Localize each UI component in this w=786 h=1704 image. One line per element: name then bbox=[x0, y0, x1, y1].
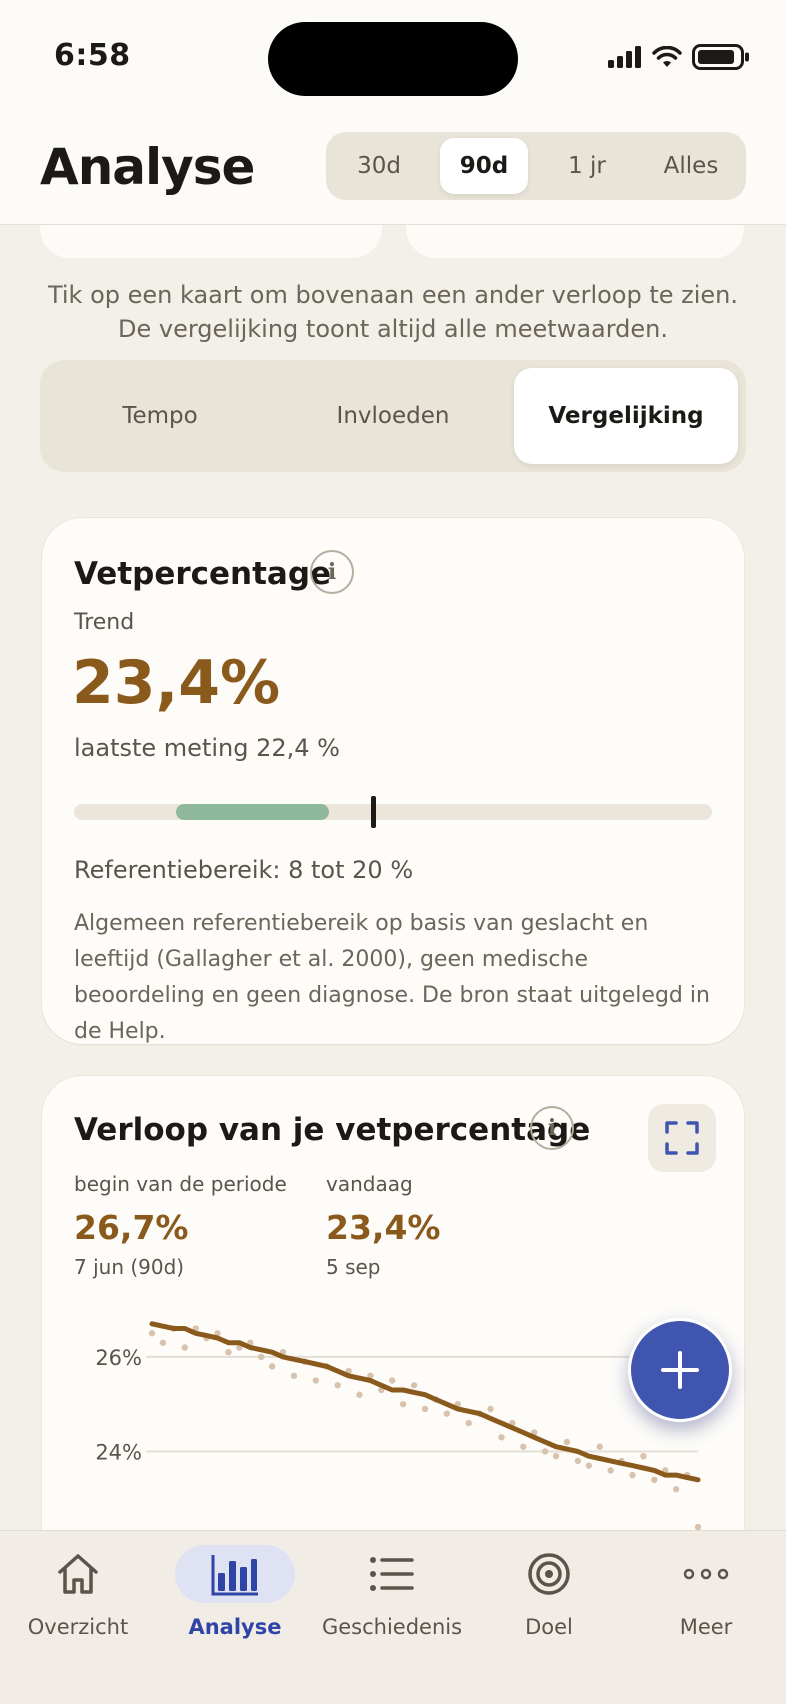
data-point bbox=[399, 1400, 407, 1408]
list-icon bbox=[332, 1545, 452, 1603]
trend-value: 23,4% bbox=[72, 648, 281, 718]
status-bar: 6:58 bbox=[0, 0, 786, 118]
tab-invloeden[interactable]: Invloeden bbox=[281, 368, 505, 464]
signal-icon bbox=[608, 46, 641, 68]
data-point bbox=[159, 1339, 167, 1346]
data-point bbox=[312, 1377, 319, 1384]
view-tabs: Tempo Invloeden Vergelijking bbox=[40, 360, 746, 472]
data-point bbox=[520, 1443, 527, 1450]
status-time: 6:58 bbox=[54, 38, 131, 73]
period-start-stat: begin van de periode 26,7% 7 jun (90d) bbox=[74, 1172, 287, 1279]
data-point bbox=[225, 1348, 232, 1356]
tab-label: Overzicht bbox=[27, 1615, 129, 1639]
last-measurement: laatste meting 22,4 % bbox=[74, 734, 340, 762]
plus-icon bbox=[661, 1351, 699, 1389]
dynamic-island bbox=[268, 22, 518, 96]
data-point bbox=[552, 1452, 560, 1460]
data-point bbox=[651, 1476, 658, 1484]
page-title: Analyse bbox=[40, 138, 255, 196]
range-30d-button[interactable]: 30d bbox=[332, 138, 426, 194]
target-icon bbox=[489, 1545, 609, 1603]
info-icon[interactable]: i bbox=[310, 550, 354, 594]
data-point bbox=[268, 1363, 276, 1370]
range-alles-button[interactable]: Alles bbox=[642, 138, 740, 194]
expand-button[interactable] bbox=[648, 1104, 716, 1172]
data-point bbox=[443, 1410, 451, 1417]
trend-line bbox=[149, 1321, 701, 1483]
data-point bbox=[541, 1448, 549, 1455]
stat-value: 23,4% bbox=[326, 1208, 441, 1247]
data-point bbox=[487, 1405, 494, 1413]
data-point bbox=[640, 1452, 647, 1460]
data-point bbox=[356, 1391, 363, 1398]
range-1jr-button[interactable]: 1 jr bbox=[540, 138, 634, 194]
y-tick-label: 24% bbox=[95, 1440, 142, 1464]
stat-date: 7 jun (90d) bbox=[74, 1255, 185, 1279]
data-point bbox=[498, 1434, 505, 1441]
tab-label: Geschiedenis bbox=[321, 1615, 463, 1639]
data-point bbox=[290, 1372, 298, 1380]
tabbar-item-doel[interactable]: Doel bbox=[471, 1545, 627, 1655]
wifi-icon bbox=[652, 46, 682, 67]
tabbar-item-geschiedenis[interactable]: Geschiedenis bbox=[314, 1545, 470, 1655]
bottom-tab-bar: Overzicht Analyse Geschiedenis Doel Meer bbox=[0, 1530, 786, 1704]
page-header: Analyse 30d 90d 1 jr Alles bbox=[0, 118, 786, 225]
tabbar-item-overzicht[interactable]: Overzicht bbox=[0, 1545, 156, 1655]
data-point bbox=[181, 1344, 188, 1351]
data-point bbox=[334, 1382, 341, 1389]
data-point bbox=[672, 1486, 680, 1493]
data-point bbox=[607, 1467, 614, 1474]
data-point bbox=[389, 1377, 396, 1384]
data-point bbox=[585, 1462, 592, 1469]
bar-chart-icon bbox=[175, 1545, 295, 1603]
info-icon[interactable]: i bbox=[530, 1106, 574, 1150]
data-point bbox=[421, 1405, 429, 1413]
reference-range-bar bbox=[74, 796, 712, 828]
period-selector: 30d 90d 1 jr Alles bbox=[326, 132, 746, 200]
data-point bbox=[629, 1471, 636, 1479]
tab-vergelijking[interactable]: Vergelijking bbox=[514, 368, 738, 464]
period-end-stat: vandaag 23,4% 5 sep bbox=[326, 1172, 441, 1279]
hint-text: Tik op een kaart om bovenaan een ander v… bbox=[47, 281, 739, 343]
reference-description: Algemeen referentiebereik op basis van g… bbox=[74, 911, 710, 1044]
y-tick-label: 26% bbox=[95, 1346, 142, 1370]
tab-label: Analyse bbox=[188, 1615, 282, 1639]
range-90d-button[interactable]: 90d bbox=[440, 138, 528, 194]
trend-chart[interactable]: 26% 24% bbox=[42, 1286, 744, 1546]
more-icon bbox=[646, 1545, 766, 1603]
data-point bbox=[148, 1330, 156, 1337]
fat-percentage-card[interactable]: Vetpercentage i Trend 23,4% laatste meti… bbox=[42, 518, 744, 1044]
tab-tempo[interactable]: Tempo bbox=[48, 368, 272, 464]
tabbar-item-meer[interactable]: Meer bbox=[628, 1545, 784, 1655]
status-icons bbox=[608, 44, 750, 70]
tab-label: Doel bbox=[525, 1615, 573, 1639]
current-value-marker bbox=[370, 796, 376, 828]
stat-label: vandaag bbox=[326, 1172, 413, 1196]
data-point bbox=[258, 1353, 265, 1361]
stat-value: 26,7% bbox=[74, 1208, 189, 1247]
add-measurement-button[interactable] bbox=[628, 1318, 732, 1422]
data-point bbox=[563, 1438, 571, 1446]
data-point bbox=[574, 1457, 582, 1465]
data-point bbox=[410, 1382, 418, 1389]
tabbar-item-analyse[interactable]: Analyse bbox=[157, 1545, 313, 1655]
home-icon bbox=[18, 1545, 138, 1603]
tab-label: Meer bbox=[679, 1615, 733, 1639]
stat-label: begin van de periode bbox=[74, 1172, 287, 1196]
fullscreen-icon bbox=[665, 1121, 699, 1155]
data-point bbox=[596, 1443, 603, 1450]
battery-icon bbox=[692, 44, 749, 70]
reference-range-text: Referentiebereik: 8 tot 20 % bbox=[74, 856, 414, 884]
data-point bbox=[465, 1419, 472, 1427]
card-title: Vetpercentage bbox=[74, 556, 332, 592]
trend-label: Trend bbox=[74, 610, 135, 635]
reference-range-fill bbox=[176, 804, 330, 820]
card-title: Verloop van je vetpercentage bbox=[74, 1112, 591, 1148]
stat-date: 5 sep bbox=[326, 1255, 381, 1279]
